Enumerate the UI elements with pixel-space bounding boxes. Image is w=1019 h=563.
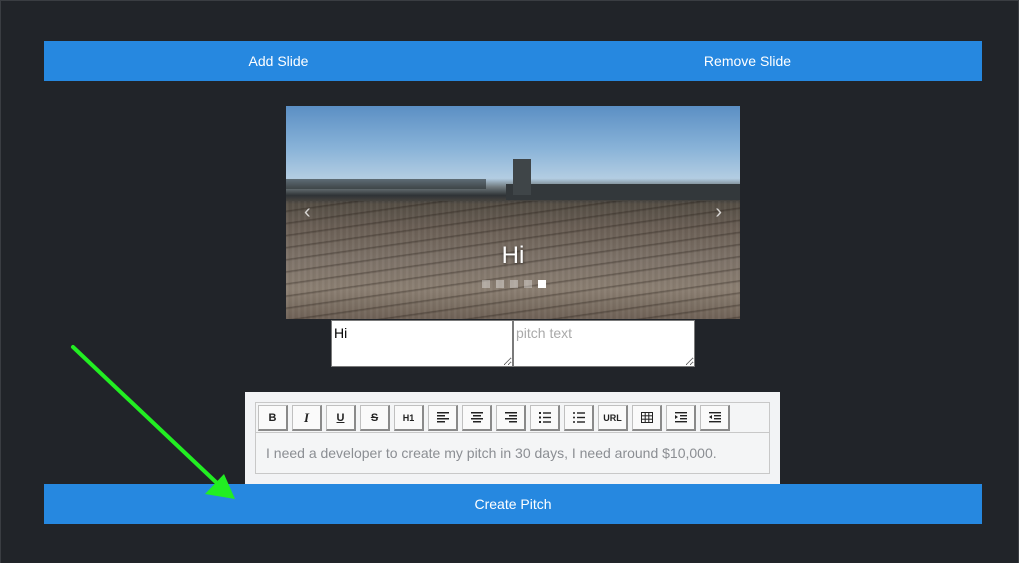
- carousel-image-tower: [513, 159, 531, 195]
- table-button[interactable]: [632, 405, 662, 431]
- unordered-list-button[interactable]: [564, 405, 594, 431]
- rich-text-editor: B I U S H1 URL I need a developer to cre…: [245, 392, 780, 488]
- align-left-button[interactable]: [428, 405, 458, 431]
- carousel-indicator[interactable]: [482, 280, 490, 288]
- bold-icon: B: [268, 411, 277, 424]
- carousel-prev-icon[interactable]: ‹: [304, 202, 311, 222]
- carousel-indicators: [286, 280, 740, 288]
- editor-content[interactable]: I need a developer to create my pitch in…: [255, 432, 770, 474]
- remove-slide-button[interactable]: Remove Slide: [513, 41, 982, 81]
- outdent-icon: [708, 412, 721, 423]
- align-right-icon: [504, 412, 517, 423]
- slide-fields: [331, 320, 695, 367]
- indent-button[interactable]: [666, 405, 696, 431]
- slide-title-input[interactable]: [331, 320, 513, 367]
- align-center-button[interactable]: [462, 405, 492, 431]
- heading-button[interactable]: H1: [394, 405, 424, 431]
- bold-button[interactable]: B: [258, 405, 288, 431]
- italic-icon: I: [303, 409, 310, 425]
- link-button[interactable]: URL: [598, 405, 628, 431]
- unordered-list-icon: [572, 412, 585, 423]
- carousel-indicator[interactable]: [524, 280, 532, 288]
- underline-icon: U: [336, 411, 345, 424]
- slide-actions-bar: Add Slide Remove Slide: [44, 41, 982, 81]
- outdent-button[interactable]: [700, 405, 730, 431]
- editor-toolbar: B I U S H1 URL: [255, 402, 770, 432]
- slide-carousel: ‹ › Hi: [286, 106, 740, 319]
- align-left-icon: [436, 412, 449, 423]
- green-arrow-icon: [71, 345, 235, 499]
- carousel-indicator[interactable]: [510, 280, 518, 288]
- carousel-indicator[interactable]: [496, 280, 504, 288]
- indent-icon: [674, 412, 687, 423]
- carousel-caption: Hi: [501, 242, 525, 269]
- pitch-text-input[interactable]: [513, 320, 695, 367]
- heading-icon: H1: [402, 412, 415, 423]
- carousel-indicator-active[interactable]: [538, 280, 546, 288]
- link-icon: URL: [603, 412, 622, 423]
- carousel-next-icon[interactable]: ›: [715, 202, 722, 222]
- ordered-list-icon: [538, 412, 551, 423]
- table-icon: [640, 412, 653, 423]
- ordered-list-button[interactable]: [530, 405, 560, 431]
- strikethrough-button[interactable]: S: [360, 405, 390, 431]
- strikethrough-icon: S: [370, 411, 379, 424]
- carousel-image-shore: [286, 179, 486, 189]
- italic-button[interactable]: I: [292, 405, 322, 431]
- underline-button[interactable]: U: [326, 405, 356, 431]
- align-right-button[interactable]: [496, 405, 526, 431]
- add-slide-button[interactable]: Add Slide: [44, 41, 513, 81]
- align-center-icon: [470, 412, 483, 423]
- carousel-image-pier: [506, 184, 740, 200]
